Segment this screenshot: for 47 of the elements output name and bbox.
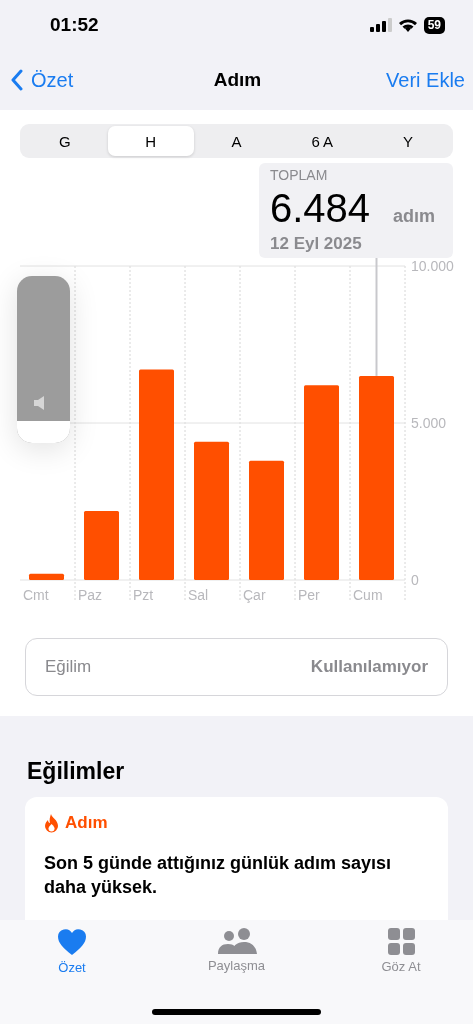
back-icon	[10, 69, 23, 91]
bar[interactable]	[304, 385, 339, 580]
back-button[interactable]: Özet	[10, 68, 214, 92]
bar[interactable]	[29, 573, 64, 580]
period-tab[interactable]: H	[107, 126, 194, 156]
x-axis-label: Pzt	[133, 587, 154, 603]
trend-card[interactable]: Adım Son 5 günde attığınız günlük adım sayısı daha yüksek.	[25, 797, 448, 920]
callout-label: TOPLAM	[270, 167, 328, 183]
x-axis-label: Per	[298, 587, 320, 603]
tab-bar-item[interactable]: Özet	[22, 928, 122, 1024]
x-axis-label: Cum	[353, 587, 383, 603]
bar[interactable]	[139, 369, 174, 580]
bar[interactable]	[84, 510, 119, 580]
period-tab[interactable]: 6 A	[279, 126, 366, 156]
bar[interactable]	[249, 460, 284, 580]
trend-label: Eğilim	[45, 657, 92, 677]
people-icon	[216, 928, 257, 954]
callout-date: 12 Eyl 2025	[270, 234, 362, 253]
page-title: Adım	[213, 69, 262, 91]
unit-label: adım	[393, 206, 435, 226]
grid-icon	[387, 928, 415, 955]
y-axis-label: 5.000	[411, 415, 447, 431]
volume-hud[interactable]	[17, 276, 70, 443]
bar[interactable]	[359, 375, 394, 580]
y-axis-label: 0	[411, 572, 419, 588]
trend-value: Kullanılamıyor	[310, 657, 428, 677]
signal-icon	[369, 18, 392, 32]
period-tab[interactable]: A	[193, 126, 280, 156]
wifi-icon	[397, 18, 418, 32]
period-tab[interactable]: Y	[365, 126, 451, 156]
trend-text: Son 5 günde attığınız günlük adım sayısı daha yüksek.	[44, 852, 393, 899]
speaker-icon	[34, 396, 44, 410]
y-axis-label: 10.000	[411, 258, 454, 274]
x-axis-label: Çar	[243, 587, 266, 603]
add-data-link[interactable]: Veri Ekle	[386, 68, 465, 92]
x-axis-label: Paz	[78, 587, 103, 603]
x-axis-label: Sal	[188, 587, 209, 603]
total-value: 6.484	[270, 186, 371, 230]
bar[interactable]	[194, 441, 229, 580]
status-time: 01:52	[50, 14, 99, 36]
x-axis-label: Cmt	[23, 587, 49, 603]
section-title: Eğilimler	[27, 758, 126, 785]
trend-category: Adım	[65, 813, 108, 833]
period-tab[interactable]: G	[22, 126, 108, 156]
battery-level: 59	[423, 16, 445, 34]
heart-icon	[57, 928, 87, 956]
flame-icon	[44, 813, 59, 833]
